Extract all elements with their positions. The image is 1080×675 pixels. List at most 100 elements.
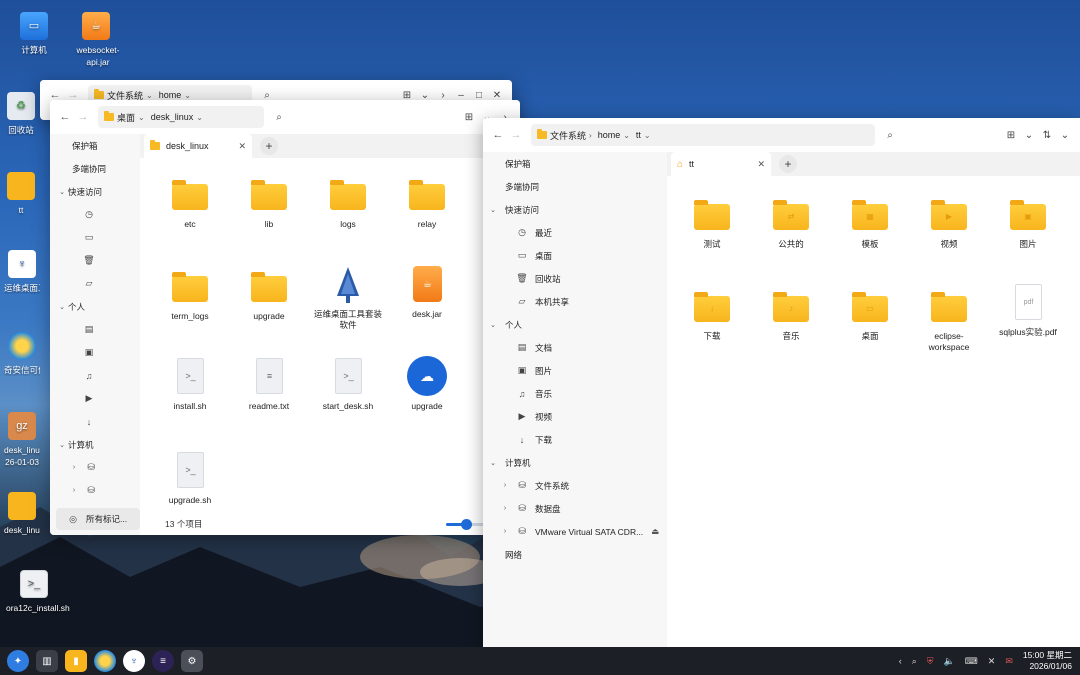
file-item[interactable]: lib bbox=[234, 176, 304, 230]
file-item[interactable]: pdf sqlplus实验.pdf bbox=[989, 284, 1067, 338]
chevron-left-icon[interactable]: ‹ bbox=[899, 656, 902, 666]
add-tab-button[interactable]: + bbox=[260, 137, 278, 155]
settings-taskbar-icon[interactable]: ⚙ bbox=[181, 650, 203, 672]
chevron-right-icon[interactable]: › bbox=[434, 90, 452, 101]
breadcrumb[interactable]: 桌面 ⌄ desk_linux ⌄ bbox=[98, 106, 264, 128]
sidebar-item-pictures[interactable]: ▣ bbox=[50, 341, 140, 364]
file-item[interactable]: relay bbox=[392, 176, 462, 230]
add-tab-button[interactable]: + bbox=[779, 155, 797, 173]
sidebar-item-downloads[interactable]: ↓ bbox=[50, 410, 140, 433]
file-item[interactable]: 测试 bbox=[677, 196, 747, 250]
sidebar-item-share[interactable]: ▱ bbox=[50, 272, 140, 295]
file-item[interactable]: ☁ upgrade bbox=[392, 356, 462, 412]
tab-desk-linux[interactable]: desk_linux ✕ bbox=[144, 134, 252, 158]
sidebar-section-computer[interactable]: ⌄ 计算机 bbox=[483, 451, 667, 474]
sidebar-item-documents[interactable]: ▤ bbox=[50, 318, 140, 341]
back-arrow-icon[interactable]: ← bbox=[489, 129, 507, 141]
notification-shield-icon[interactable]: ⛨ bbox=[927, 656, 934, 667]
network-off-icon[interactable]: ✕ bbox=[988, 656, 996, 667]
breadcrumb-item[interactable]: 文件系统 › bbox=[537, 129, 592, 142]
file-item[interactable]: >_ start_desk.sh bbox=[313, 358, 383, 412]
eclipse-taskbar-icon[interactable]: ≡ bbox=[152, 650, 174, 672]
sidebar-item-documents[interactable]: ▤ 文档 bbox=[483, 336, 667, 359]
file-manager-window-desk-linux[interactable]: ← → 桌面 ⌄ desk_linux ⌄ ⌕ ⊞ ⌄ › 保护箱 多端协同 ⌄ 快速… bbox=[50, 100, 520, 535]
sidebar-item-trash[interactable]: 🗑 回收站 bbox=[483, 267, 667, 290]
file-item[interactable]: ↓ 下载 bbox=[677, 288, 747, 342]
keyboard-icon[interactable]: ⌨ bbox=[965, 656, 978, 667]
sidebar-item-vault[interactable]: 保护箱 bbox=[50, 134, 140, 157]
sidebar-item-cdrom[interactable]: › ⛁ VMware Virtual SATA CDR... ⏏ bbox=[483, 520, 667, 543]
message-icon[interactable]: ✉ bbox=[1005, 656, 1013, 667]
sidebar-item-trash[interactable]: 🗑 bbox=[50, 249, 140, 272]
search-icon[interactable]: ⌕ bbox=[258, 90, 276, 101]
search-icon[interactable]: ⌕ bbox=[270, 112, 288, 123]
file-item[interactable]: 运维桌面工具套装软件 bbox=[308, 266, 388, 331]
tab-tt[interactable]: ⌂ tt ✕ bbox=[671, 152, 771, 176]
desktop-icon-desk-linux-archive[interactable]: gz desk_linux 26-01-03 bbox=[4, 412, 40, 468]
maximize-icon[interactable]: □ bbox=[470, 90, 488, 101]
file-item[interactable]: eclipse-workspace bbox=[914, 288, 984, 353]
eject-icon[interactable]: ⏏ bbox=[651, 526, 659, 537]
chevron-down-icon[interactable]: ⌄ bbox=[1020, 130, 1038, 141]
search-icon[interactable]: ⌕ bbox=[912, 656, 917, 667]
sidebar-section-personal[interactable]: ⌄ 个人 bbox=[50, 295, 140, 318]
sidebar-item-vault[interactable]: 保护箱 bbox=[483, 152, 667, 175]
file-item[interactable]: ▦ 模板 bbox=[835, 196, 905, 250]
sidebar-section-quick-access[interactable]: ⌄ 快速访问 bbox=[50, 180, 140, 203]
desktop-icon-trash[interactable]: ♻ 回收站 bbox=[4, 92, 38, 136]
sort-icon[interactable]: ⇅ bbox=[1038, 130, 1056, 141]
file-manager-window-tt[interactable]: ← → 文件系统 › home ⌄ tt ⌄ ⌕ ⊞ ⌄ ⇅ ⌄ 保护箱 多端协同 ⌄… bbox=[483, 118, 1080, 647]
breadcrumb-item[interactable]: tt ⌄ bbox=[636, 130, 651, 140]
file-manager-taskbar-icon[interactable]: ▮ bbox=[65, 650, 87, 672]
sidebar-item-all-tags[interactable]: ◎ 所有标记... bbox=[56, 508, 140, 530]
forward-arrow-icon[interactable]: → bbox=[507, 129, 525, 141]
view-grid-icon[interactable]: ⊞ bbox=[460, 112, 478, 123]
close-icon[interactable]: ✕ bbox=[757, 159, 765, 170]
file-item[interactable]: ▣ 图片 bbox=[993, 196, 1063, 250]
view-grid-icon[interactable]: ⊞ bbox=[398, 90, 416, 101]
sidebar-item-collab[interactable]: 多端协同 bbox=[483, 175, 667, 198]
breadcrumb-item[interactable]: home ⌄ bbox=[159, 90, 191, 100]
file-item[interactable]: ≡ readme.txt bbox=[234, 358, 304, 412]
file-item[interactable]: ▭ 桌面 bbox=[835, 288, 905, 342]
desktop-icon-tt[interactable]: tt bbox=[4, 172, 38, 216]
sidebar-item-desktop[interactable]: ▭ bbox=[50, 226, 140, 249]
desktop-icon-ops-toolkit[interactable]: ♆ 运维桌面工具套装软件 bbox=[4, 250, 40, 294]
search-icon[interactable]: ⌕ bbox=[881, 130, 899, 141]
sidebar-item-local-share[interactable]: ▱ 本机共享 bbox=[483, 290, 667, 313]
desktop-icon-desk-linux[interactable]: desk_linux bbox=[4, 492, 40, 536]
desktop-icon-ora12c-install[interactable]: >_ ora12c_install.sh bbox=[6, 570, 70, 614]
chevron-down-icon[interactable]: ⌄ bbox=[1056, 130, 1074, 141]
browser-taskbar-icon[interactable] bbox=[94, 650, 116, 672]
sidebar-item-music[interactable]: ♫ 音乐 bbox=[483, 382, 667, 405]
desktop-icon-browser[interactable]: 奇安信可信浏览器 bbox=[4, 332, 40, 376]
close-icon[interactable]: ✕ bbox=[488, 90, 506, 101]
sidebar-section-computer[interactable]: ⌄ 计算机 bbox=[50, 433, 140, 456]
file-item[interactable]: >_ upgrade.sh bbox=[155, 452, 225, 506]
sidebar-section-personal[interactable]: ⌄ 个人 bbox=[483, 313, 667, 336]
file-item[interactable]: >_ install.sh bbox=[155, 358, 225, 412]
file-item[interactable]: logs bbox=[313, 176, 383, 230]
sidebar-item-recent[interactable]: ◷ bbox=[50, 203, 140, 226]
start-menu-icon[interactable]: ✦ bbox=[7, 650, 29, 672]
file-item[interactable]: upgrade bbox=[234, 268, 304, 322]
sidebar-item-desktop[interactable]: ▭ 桌面 bbox=[483, 244, 667, 267]
forward-arrow-icon[interactable]: → bbox=[74, 111, 92, 123]
sidebar-item-videos[interactable]: ▶ 视频 bbox=[483, 405, 667, 428]
sidebar-item-pictures[interactable]: ▣ 图片 bbox=[483, 359, 667, 382]
zoom-slider-handle[interactable] bbox=[460, 519, 472, 530]
sidebar-item-collab[interactable]: 多端协同 bbox=[50, 157, 140, 180]
breadcrumb-item[interactable]: 桌面 ⌄ bbox=[104, 111, 145, 124]
minimize-icon[interactable]: – bbox=[452, 90, 470, 101]
file-item[interactable]: ☕ desk.jar bbox=[392, 266, 462, 320]
sidebar-item-downloads[interactable]: ↓ 下载 bbox=[483, 428, 667, 451]
file-item[interactable]: ⇄ 公共的 bbox=[756, 196, 826, 250]
file-item[interactable]: ▶ 视频 bbox=[914, 196, 984, 250]
desktop-icon-websocket-jar[interactable]: ☕ websocket-api.jar bbox=[68, 12, 124, 68]
breadcrumb-item[interactable]: home ⌄ bbox=[598, 130, 630, 140]
sidebar-item-recent[interactable]: ◷ 最近 bbox=[483, 221, 667, 244]
multitask-view-icon[interactable]: ▥ bbox=[36, 650, 58, 672]
sidebar-item-videos[interactable]: ▶ bbox=[50, 387, 140, 410]
zoom-slider[interactable] bbox=[446, 519, 486, 530]
sidebar-item-network[interactable]: 网络 bbox=[483, 543, 667, 566]
